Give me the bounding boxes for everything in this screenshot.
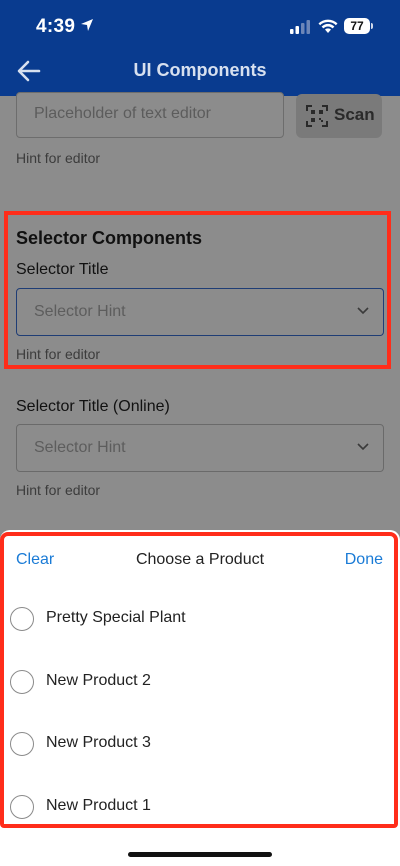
qr-scan-icon	[306, 105, 328, 127]
home-indicator	[128, 852, 272, 857]
product-sheet-highlight	[0, 532, 398, 828]
chevron-down-icon	[357, 443, 369, 451]
wifi-icon	[318, 19, 338, 33]
cellular-signal-icon	[290, 20, 310, 34]
text-editor-input[interactable]: Placeholder of text editor	[16, 92, 284, 138]
selector-section-highlight	[4, 211, 391, 369]
online-selector-hint: Hint for editor	[16, 482, 101, 498]
battery-indicator: 77	[344, 18, 374, 34]
battery-tip	[371, 23, 373, 29]
location-arrow-icon	[81, 19, 93, 31]
scan-button[interactable]: Scan	[296, 94, 382, 138]
battery-level: 77	[344, 18, 370, 34]
app-header: 4:39 77 UI Components	[0, 0, 400, 96]
online-selector-dropdown[interactable]: Selector Hint	[16, 424, 384, 472]
online-selector-title: Selector Title (Online)	[16, 398, 170, 415]
text-editor-placeholder: Placeholder of text editor	[34, 105, 211, 122]
page-title: UI Components	[133, 60, 267, 80]
online-selector-hint-text: Selector Hint	[34, 439, 126, 456]
status-time: 4:39	[36, 16, 76, 37]
text-editor-hint: Hint for editor	[16, 150, 101, 166]
scan-label: Scan	[334, 105, 375, 124]
